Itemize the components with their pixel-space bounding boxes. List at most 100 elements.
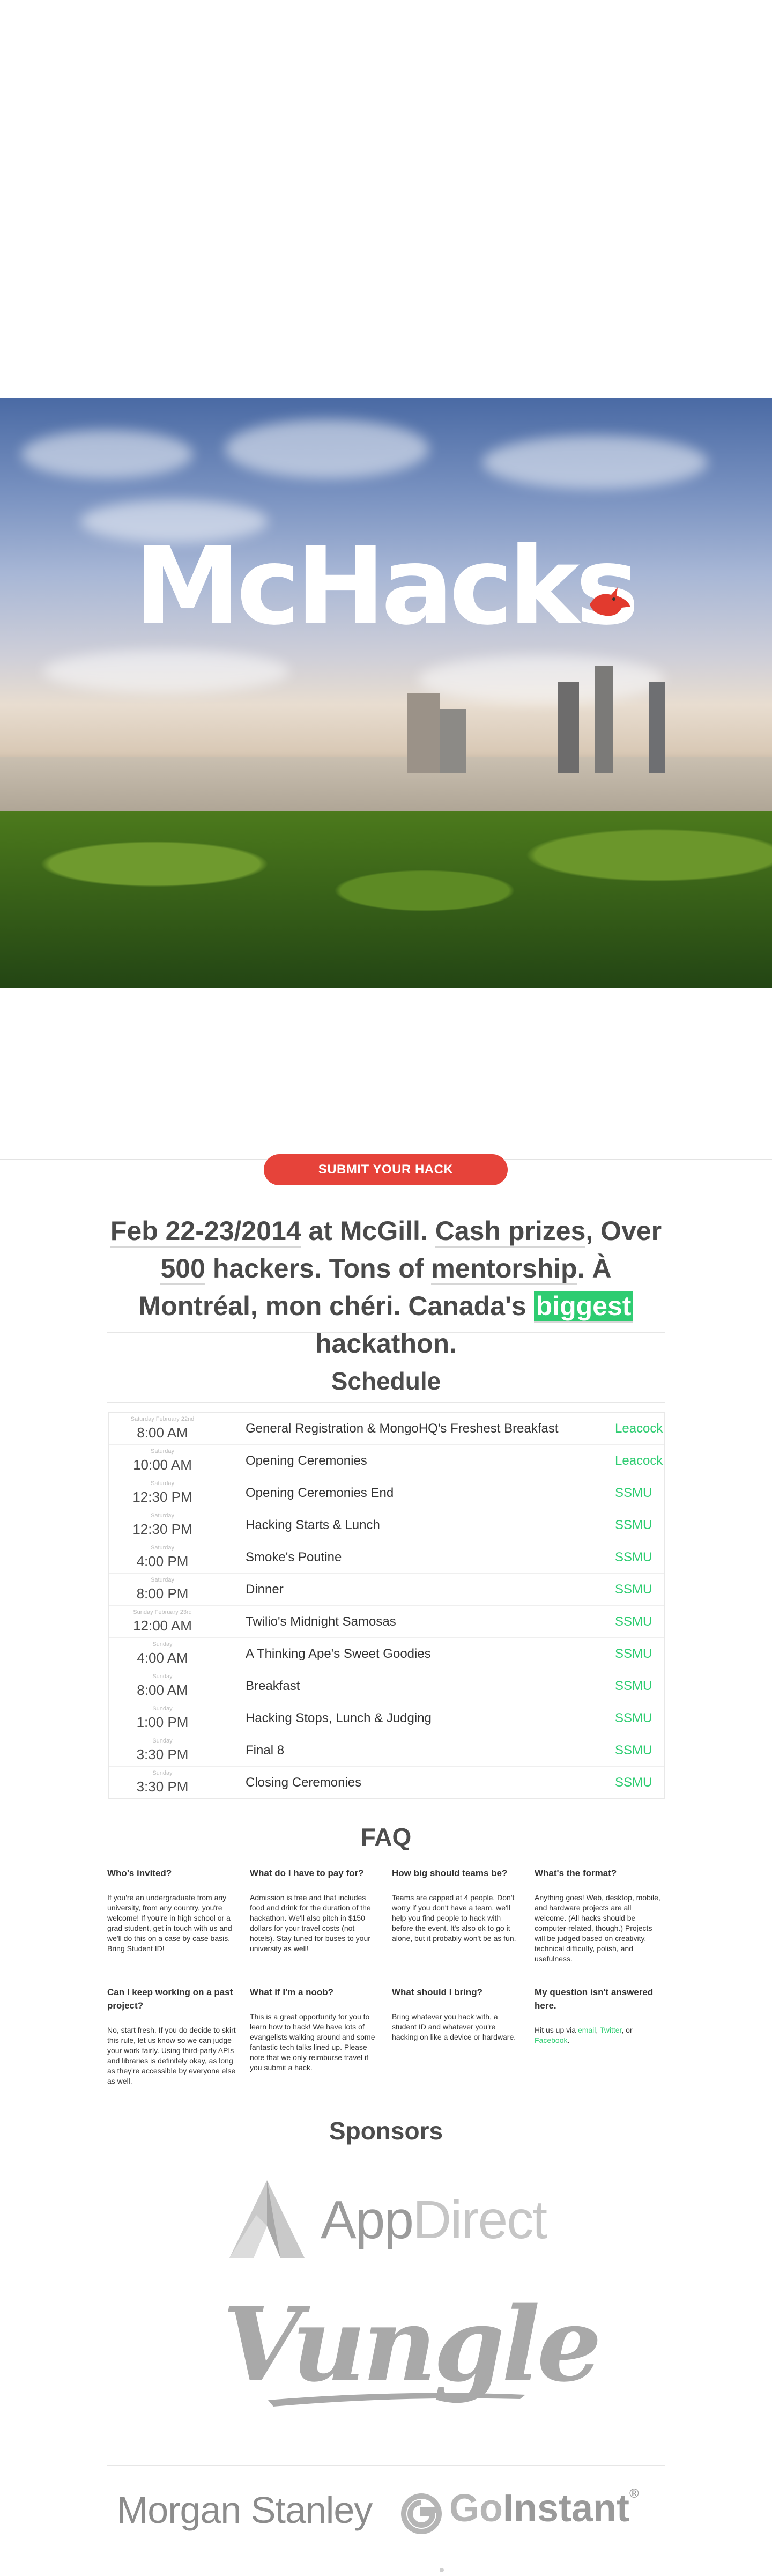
cloud: [43, 650, 290, 693]
schedule-time: 4:00 PM: [136, 1553, 189, 1569]
schedule-title: Schedule: [331, 1367, 441, 1395]
cloud: [482, 436, 708, 489]
submit-hack-button[interactable]: SUBMIT YOUR HACK: [264, 1154, 508, 1185]
schedule-event: General Registration & MongoHQ's Freshes…: [246, 1421, 559, 1436]
faq-answer: Anything goes! Web, desktop, mobile, and…: [535, 1893, 660, 1963]
partial-logo-fragment: [440, 2568, 444, 2572]
faq-answer: Bring whatever you hack with, a student …: [392, 2012, 516, 2041]
mchacks-logo: McHacks: [134, 524, 640, 649]
schedule-location[interactable]: SSMU: [615, 1550, 652, 1565]
cardinal-bird-icon: [590, 587, 630, 616]
schedule-event: Final 8: [246, 1743, 285, 1758]
schedule-table: Saturday February 22nd 8:00 AM General Reg…: [108, 1412, 665, 1799]
schedule-event: A Thinking Ape's Sweet Goodies: [246, 1647, 431, 1661]
faq-answer: If you're an undergraduate from any univ…: [107, 1893, 232, 1953]
schedule-row: Saturday 4:00 PM Smoke's Poutine SSMU: [109, 1541, 664, 1574]
event-date: Feb 22-23/2014: [110, 1216, 301, 1248]
schedule-day: Saturday: [150, 1448, 175, 1455]
sep-text: , or: [621, 2026, 633, 2034]
schedule-row: Sunday 1:00 PM Hacking Stops, Lunch & Judg…: [109, 1702, 664, 1734]
faq-question: What if I'm a noob?: [250, 1987, 334, 1997]
schedule-location[interactable]: SSMU: [615, 1647, 652, 1662]
goinstant-go: Go: [449, 2487, 503, 2530]
vungle-swoosh-icon: [268, 2393, 525, 2407]
schedule-time: 3:30 PM: [136, 1778, 189, 1795]
schedule-row: Sunday 4:00 AM A Thinking Ape's Sweet Good…: [109, 1638, 664, 1670]
schedule-row: Sunday February 23rd 12:00 AM Twilio's Mid…: [109, 1606, 664, 1638]
schedule-event: Twilio's Midnight Samosas: [246, 1614, 396, 1629]
schedule-event: Opening Ceremonies End: [246, 1486, 394, 1500]
schedule-location[interactable]: SSMU: [615, 1743, 652, 1758]
schedule-row: Sunday 8:00 AM Breakfast SSMU: [109, 1670, 664, 1702]
schedule-event: Hacking Stops, Lunch & Judging: [246, 1711, 432, 1725]
tower: [595, 666, 613, 773]
schedule-day: Sunday: [152, 1770, 173, 1776]
schedule-location[interactable]: Leacock: [615, 1421, 663, 1436]
sep-text: ,: [596, 2026, 600, 2034]
morgan-stanley-logo[interactable]: Morgan Stanley: [117, 2489, 373, 2531]
appdirect-direct: Direct: [412, 2190, 547, 2250]
schedule-day: Saturday: [150, 1480, 175, 1487]
schedule-location[interactable]: SSMU: [615, 1614, 652, 1629]
divider: [107, 1332, 665, 1333]
schedule-event: Dinner: [246, 1582, 284, 1597]
faq-item: What should I bring? Bring whatever you h…: [392, 1985, 521, 2042]
schedule-row: Sunday 3:30 PM Closing Ceremonies SSMU: [109, 1767, 664, 1798]
facebook-link[interactable]: Facebook: [535, 2036, 567, 2044]
tower: [407, 693, 440, 773]
faq-question: What should I bring?: [392, 1987, 483, 1997]
schedule-day: Saturday: [150, 1512, 175, 1519]
cloud: [225, 419, 429, 478]
email-link[interactable]: email: [578, 2026, 596, 2034]
schedule-day: Saturday: [150, 1577, 175, 1583]
faq-answer-text: Hit us up via: [535, 2026, 578, 2034]
schedule-location[interactable]: SSMU: [615, 1775, 652, 1790]
hero-banner: McHacks: [0, 398, 772, 988]
schedule-time: 3:30 PM: [136, 1746, 189, 1762]
schedule-event: Opening Ceremonies: [246, 1453, 367, 1468]
schedule-row: Saturday 10:00 AM Opening Ceremonies Leacoc…: [109, 1445, 664, 1477]
schedule-day: Sunday: [152, 1738, 173, 1744]
cloud: [418, 655, 665, 704]
intro-text: Feb 22-23/2014 at McGill. Cash prizes, O…: [102, 1212, 670, 1362]
schedule-location[interactable]: SSMU: [615, 1518, 652, 1533]
goinstant-g-icon: [401, 2493, 442, 2534]
goinstant-reg: ®: [629, 2486, 639, 2501]
faq-question: My question isn't answered here.: [535, 1987, 654, 2011]
tower: [440, 709, 466, 773]
schedule-time: 10:00 AM: [133, 1457, 192, 1473]
schedule-time: 4:00 AM: [137, 1650, 188, 1666]
schedule-location[interactable]: SSMU: [615, 1582, 652, 1597]
schedule-time: 8:00 PM: [136, 1585, 189, 1601]
goinstant-instant: Instant: [502, 2487, 629, 2530]
schedule-location[interactable]: SSMU: [615, 1679, 652, 1694]
schedule-day: Sunday: [152, 1641, 173, 1648]
schedule-event: Hacking Starts & Lunch: [246, 1518, 380, 1532]
tower: [649, 682, 665, 773]
schedule-row: Sunday 3:30 PM Final 8 SSMU: [109, 1734, 664, 1767]
biggest-highlight: biggest: [533, 1291, 634, 1323]
schedule-row: Saturday 12:30 PM Hacking Starts & Lunch SS…: [109, 1509, 664, 1541]
appdirect-mark-icon: [229, 2180, 305, 2258]
divider: [107, 2465, 665, 2466]
schedule-time: 8:00 AM: [137, 1682, 188, 1698]
trees: [0, 811, 772, 988]
schedule-location[interactable]: Leacock: [615, 1453, 663, 1468]
sponsors-title: Sponsors: [329, 2117, 443, 2145]
schedule-time: 8:00 AM: [137, 1424, 188, 1441]
intro-hackers: hackers. Tons of: [212, 1253, 424, 1283]
schedule-location[interactable]: SSMU: [615, 1711, 652, 1726]
twitter-link[interactable]: Twitter: [600, 2026, 621, 2034]
tower: [558, 682, 579, 773]
intro-at: at McGill.: [308, 1216, 428, 1246]
faq-item: What's the format? Anything goes! Web, de…: [535, 1866, 663, 1964]
schedule-day: Saturday February 22nd: [130, 1416, 195, 1422]
cloud: [21, 430, 193, 478]
divider: [107, 1402, 665, 1403]
faq-item: Can I keep working on a past project? No,…: [107, 1985, 236, 2086]
schedule-location[interactable]: SSMU: [615, 1486, 652, 1501]
intro-over: , Over: [585, 1216, 662, 1246]
schedule-row: Saturday 12:30 PM Opening Ceremonies End SS…: [109, 1477, 664, 1509]
sep-text: .: [567, 2036, 570, 2044]
schedule-time: 12:30 PM: [132, 1489, 192, 1505]
